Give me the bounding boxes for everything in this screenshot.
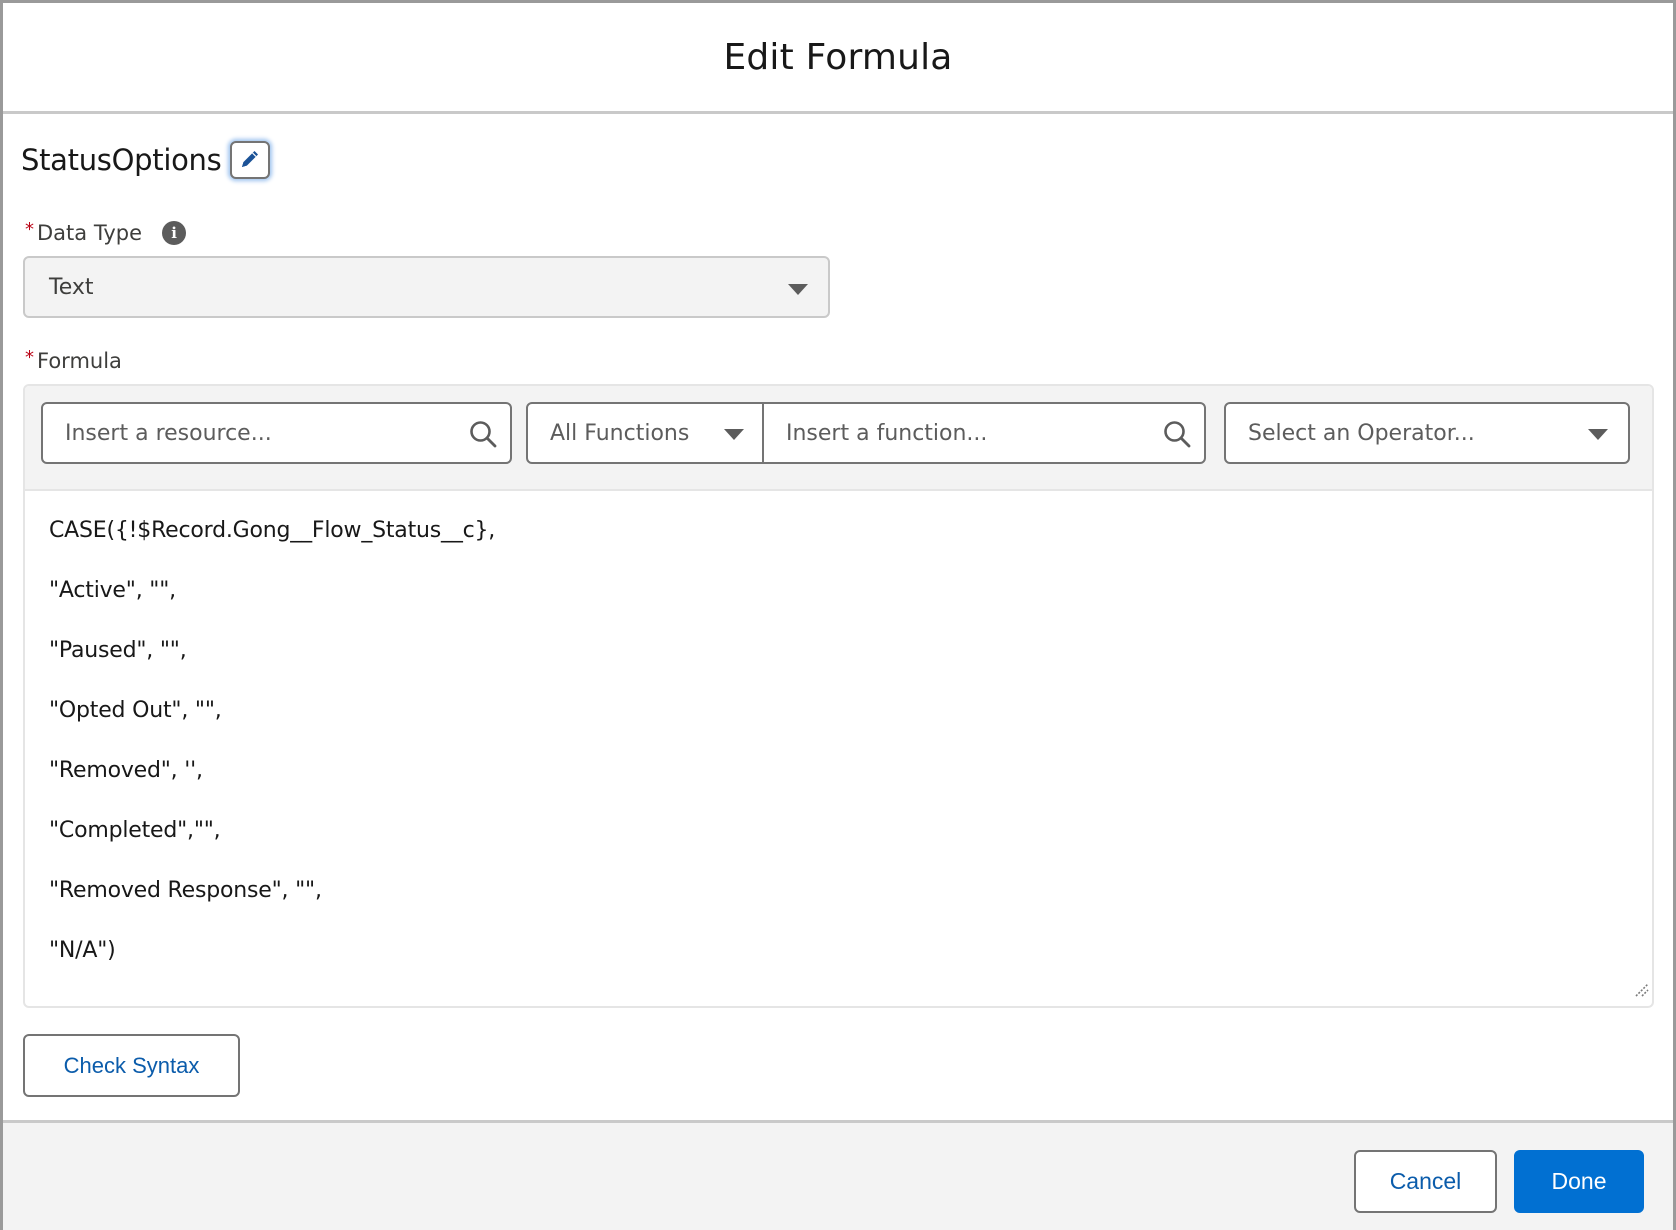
cancel-button[interactable]: Cancel xyxy=(1354,1150,1497,1213)
insert-resource-input[interactable]: Insert a resource... xyxy=(41,402,512,464)
insert-resource-placeholder: Insert a resource... xyxy=(65,420,272,446)
resize-handle-icon[interactable] xyxy=(1632,979,1650,1004)
done-button[interactable]: Done xyxy=(1514,1150,1644,1213)
function-category-value: All Functions xyxy=(550,420,690,446)
function-category-select[interactable]: All Functions xyxy=(528,404,764,462)
data-type-selected-value: Text xyxy=(49,274,94,300)
formula-line: "Removed", '', xyxy=(49,758,203,783)
data-type-select[interactable]: Text xyxy=(23,256,830,318)
formula-toolbar: Insert a resource... All Functions Inser… xyxy=(25,386,1652,491)
pencil-icon xyxy=(238,147,262,174)
formula-label-text: Formula xyxy=(37,349,122,373)
modal-title: Edit Formula xyxy=(723,36,953,78)
formula-label: * Formula xyxy=(25,346,122,374)
formula-line: CASE({!$Record.Gong__Flow_Status__c}, xyxy=(49,518,496,543)
required-marker: * xyxy=(25,218,34,240)
info-icon[interactable]: i xyxy=(162,221,187,245)
function-picker: All Functions Insert a function... xyxy=(526,402,1206,464)
check-syntax-button[interactable]: Check Syntax xyxy=(23,1034,240,1097)
formula-line: "Completed","", xyxy=(49,818,221,843)
operator-placeholder: Select an Operator... xyxy=(1248,420,1475,446)
edit-api-name-button[interactable] xyxy=(230,141,271,179)
formula-textarea[interactable]: CASE({!$Record.Gong__Flow_Status__c}, "A… xyxy=(25,491,1652,1006)
required-marker: * xyxy=(25,346,34,368)
formula-line: "Removed Response", "", xyxy=(49,878,322,903)
edit-formula-modal: Edit Formula StatusOptions * Data Type i… xyxy=(0,0,1676,1230)
formula-line: "Active", "", xyxy=(49,578,176,603)
formula-editor: Insert a resource... All Functions Inser… xyxy=(23,384,1654,1008)
insert-function-input[interactable]: Insert a function... xyxy=(764,404,1204,462)
data-type-label: * Data Type i xyxy=(25,218,187,245)
modal-header: Edit Formula xyxy=(3,3,1673,114)
chevron-down-icon xyxy=(1588,429,1608,440)
formula-line: "N/A") xyxy=(49,938,116,963)
formula-line: "Paused", "", xyxy=(49,638,187,663)
resource-api-name-row: StatusOptions xyxy=(21,141,271,179)
insert-function-placeholder: Insert a function... xyxy=(786,420,988,446)
search-icon xyxy=(468,419,498,455)
resource-api-name: StatusOptions xyxy=(21,143,222,177)
operator-select[interactable]: Select an Operator... xyxy=(1224,402,1630,464)
modal-footer: Cancel Done xyxy=(3,1120,1673,1230)
formula-line: "Opted Out", "", xyxy=(49,698,222,723)
data-type-label-text: Data Type xyxy=(37,221,143,245)
chevron-down-icon xyxy=(724,429,744,440)
chevron-down-icon xyxy=(788,284,808,295)
search-icon xyxy=(1162,419,1192,455)
